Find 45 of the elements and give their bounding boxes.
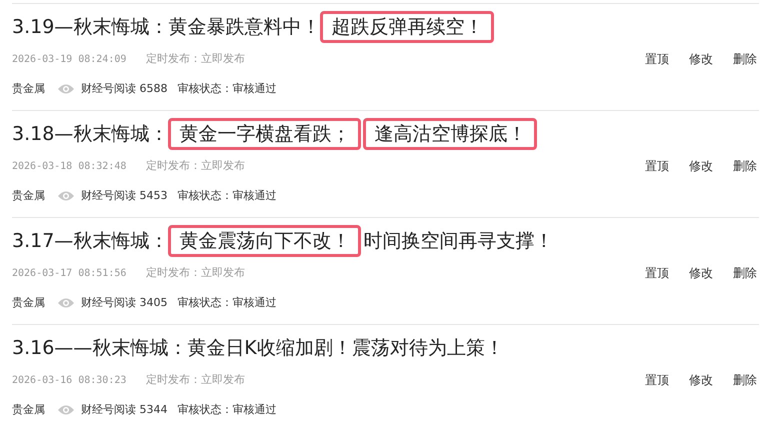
action-link[interactable]: 置顶 <box>645 50 669 68</box>
highlighted-title-part: 黄金震荡向下不改！ <box>168 225 362 257</box>
highlighted-title-part: 逢高沽空博探底！ <box>363 118 538 150</box>
publish-time: 2026-03-16 08:30:23 <box>12 374 128 388</box>
schedule-text: 定时发布：立即发布 <box>146 372 245 388</box>
publish-time: 2026-03-19 08:24:09 <box>12 52 128 66</box>
author-text: 贵金属 <box>12 81 45 97</box>
review-status: 审核状态：审核通过 <box>178 188 276 204</box>
review-status: 审核状态：审核通过 <box>178 81 276 97</box>
eye-icon <box>57 83 75 96</box>
author-text: 贵金属 <box>12 188 45 204</box>
action-link[interactable]: 删除 <box>733 371 757 389</box>
highlighted-title-part: 超跌反弹再续空！ <box>320 11 494 43</box>
author-text: 贵金属 <box>12 295 45 311</box>
publish-time: 2026-03-17 08:51:56 <box>12 266 128 280</box>
action-link[interactable]: 置顶 <box>645 157 669 175</box>
author-text: 贵金属 <box>12 402 45 418</box>
read-count: 财经号阅读 6588 <box>81 81 168 97</box>
read-count: 财经号阅读 5453 <box>81 188 168 204</box>
action-link[interactable]: 删除 <box>733 264 757 282</box>
action-link[interactable]: 修改 <box>689 371 713 389</box>
read-count: 财经号阅读 3405 <box>81 295 168 311</box>
review-status: 审核状态：审核通过 <box>178 402 276 418</box>
highlighted-title-part: 黄金一字横盘看跌； <box>168 118 362 150</box>
article-title: 3.19—秋末悔城：黄金暴跌意料中！ <box>12 15 320 40</box>
action-link[interactable]: 置顶 <box>645 371 669 389</box>
action-link[interactable]: 置顶 <box>645 264 669 282</box>
action-link[interactable]: 删除 <box>733 50 757 68</box>
article-title: 时间换空间再寻支撑！ <box>363 229 554 254</box>
eye-icon <box>57 190 75 202</box>
schedule-text: 定时发布：立即发布 <box>146 158 245 174</box>
action-link[interactable]: 修改 <box>689 264 713 282</box>
article-title: 3.18—秋末悔城： <box>12 122 168 147</box>
action-link[interactable]: 删除 <box>733 157 757 175</box>
action-link[interactable]: 修改 <box>689 157 713 175</box>
article-title: 3.17—秋末悔城： <box>12 229 168 254</box>
schedule-text: 定时发布：立即发布 <box>146 264 245 281</box>
action-link[interactable]: 修改 <box>689 50 713 68</box>
publish-time: 2026-03-18 08:32:48 <box>12 160 128 174</box>
eye-icon <box>57 297 75 310</box>
schedule-text: 定时发布：立即发布 <box>146 50 245 67</box>
read-count: 财经号阅读 5344 <box>81 402 168 418</box>
article-title: 3.16——秋末悔城：黄金日K收缩加剧！震荡对待为上策！ <box>12 336 504 361</box>
eye-icon <box>57 404 75 416</box>
review-status: 审核状态：审核通过 <box>178 295 276 311</box>
